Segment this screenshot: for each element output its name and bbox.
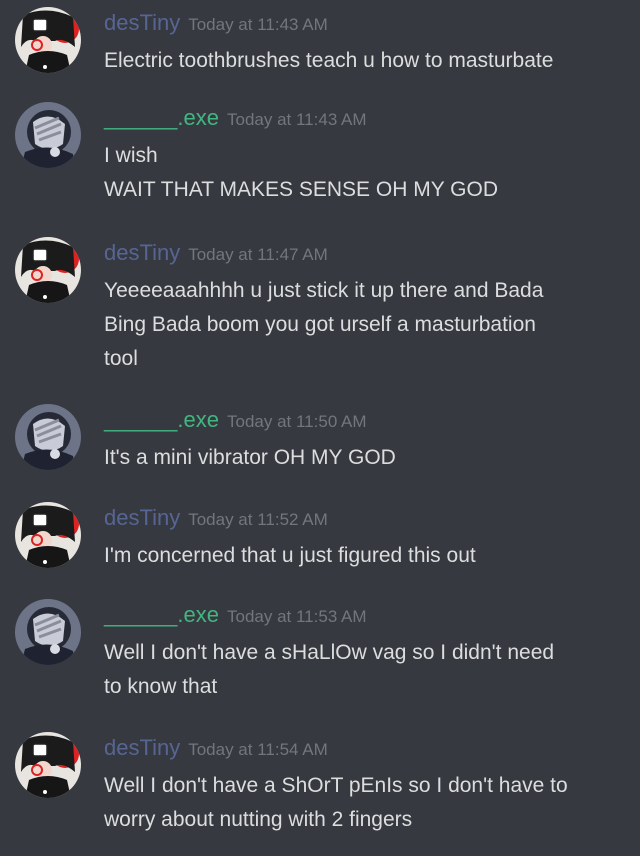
user-avatar[interactable] — [15, 502, 81, 568]
timestamp: Today at 11:52 AM — [188, 510, 328, 529]
message-content: Yeeeeaaahhhh u just stick it up there an… — [104, 274, 624, 376]
anime-girl-avatar-icon — [15, 732, 81, 798]
timestamp: Today at 11:50 AM — [227, 412, 367, 431]
message-line: tool — [104, 347, 138, 370]
message-line: WAIT THAT MAKES SENSE OH MY GOD — [104, 178, 499, 201]
message-content: I wish WAIT THAT MAKES SENSE OH MY GOD — [104, 139, 624, 207]
message-content: Well I don't have a ShOrT pEnIs so I don… — [104, 769, 624, 837]
username[interactable]: desTiny — [104, 505, 180, 530]
timestamp: Today at 11:54 AM — [188, 740, 328, 759]
chat-message-list: desTiny Today at 11:43 AM Electric toothb… — [0, 0, 640, 856]
message-line: Well I don't have a ShOrT pEnIs so I don… — [104, 774, 568, 797]
message-header: ______.exe Today at 11:43 AM — [104, 104, 367, 132]
user-avatar[interactable] — [15, 7, 81, 73]
username[interactable]: ______.exe — [104, 105, 219, 130]
timestamp: Today at 11:53 AM — [227, 607, 367, 626]
message-header: ______.exe Today at 11:53 AM — [104, 601, 367, 629]
message-line: I'm concerned that u just figured this o… — [104, 544, 476, 567]
user-avatar[interactable] — [15, 102, 81, 168]
message-line: I wish — [104, 144, 158, 167]
anime-girl-avatar-icon — [15, 502, 81, 568]
message-header: ______.exe Today at 11:50 AM — [104, 406, 367, 434]
message-line: Well I don't have a sHaLlOw vag so I did… — [104, 641, 555, 664]
message-content: Well I don't have a sHaLlOw vag so I did… — [104, 636, 624, 704]
face-palm-avatar-icon — [15, 102, 81, 168]
user-avatar[interactable] — [15, 599, 81, 665]
message-header: desTiny Today at 11:54 AM — [104, 734, 328, 762]
username[interactable]: desTiny — [104, 735, 180, 760]
message-line: Electric toothbrushes teach u how to mas… — [104, 49, 554, 72]
message-line: to know that — [104, 675, 218, 698]
timestamp: Today at 11:47 AM — [188, 245, 328, 264]
message-line: Yeeeeaaahhhh u just stick it up there an… — [104, 279, 544, 302]
face-palm-avatar-icon — [15, 404, 81, 470]
username[interactable]: desTiny — [104, 10, 180, 35]
message-line: It's a mini vibrator OH MY GOD — [104, 446, 396, 469]
message-content: I'm concerned that u just figured this o… — [104, 539, 624, 573]
timestamp: Today at 11:43 AM — [227, 110, 367, 129]
message-header: desTiny Today at 11:52 AM — [104, 504, 328, 532]
message-header: desTiny Today at 11:47 AM — [104, 239, 328, 267]
user-avatar[interactable] — [15, 404, 81, 470]
message-header: desTiny Today at 11:43 AM — [104, 9, 328, 37]
user-avatar[interactable] — [15, 732, 81, 798]
message-content: It's a mini vibrator OH MY GOD — [104, 441, 624, 475]
user-avatar[interactable] — [15, 237, 81, 303]
username[interactable]: desTiny — [104, 240, 180, 265]
timestamp: Today at 11:43 AM — [188, 15, 328, 34]
message-content: Electric toothbrushes teach u how to mas… — [104, 44, 624, 78]
message-line: worry about nutting with 2 fingers — [104, 808, 413, 831]
message-line: Bing Bada boom you got urself a masturba… — [104, 313, 536, 336]
username[interactable]: ______.exe — [104, 407, 219, 432]
username[interactable]: ______.exe — [104, 602, 219, 627]
anime-girl-avatar-icon — [15, 237, 81, 303]
face-palm-avatar-icon — [15, 599, 81, 665]
anime-girl-avatar-icon — [15, 7, 81, 73]
